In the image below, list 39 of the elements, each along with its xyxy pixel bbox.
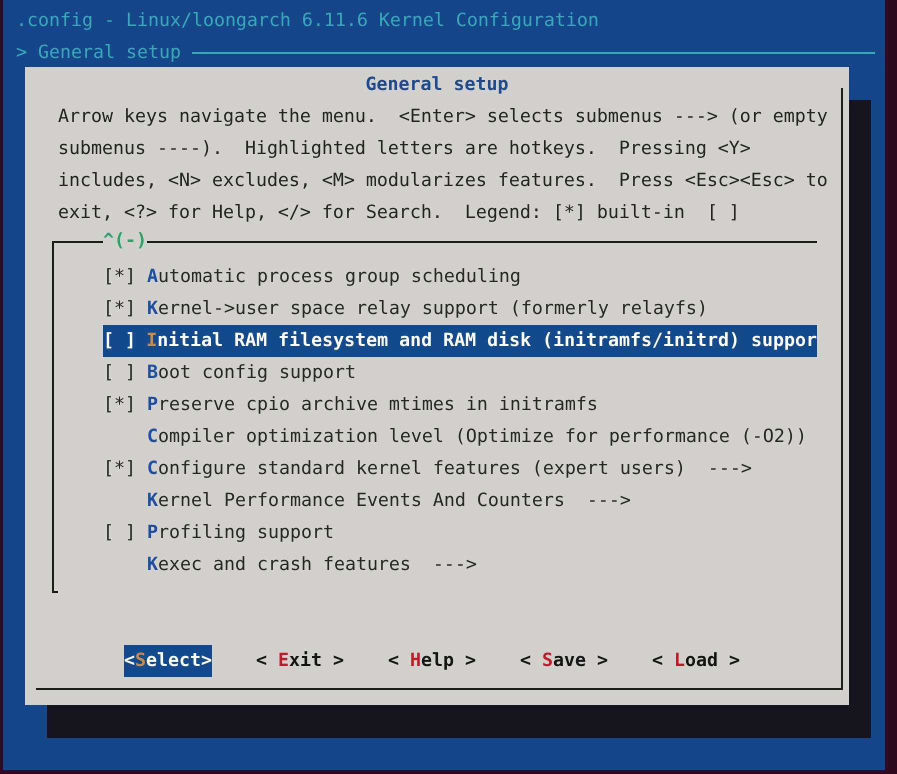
- menu-item-label: Configure standard kernel features (expert users) --->: [147, 457, 752, 481]
- dialog-button[interactable]: < Load >: [652, 645, 740, 677]
- menu-item-label: Preserve cpio archive mtimes in initramfs: [147, 393, 598, 417]
- menu-item[interactable]: [ ] Boot config support: [103, 357, 817, 389]
- menu-item-label: Automatic process group scheduling: [147, 265, 521, 289]
- checkbox-text: [*]: [103, 393, 136, 417]
- help-text: submenus ----). Highlighted letters are hotkeys. Pressing <Y>: [58, 137, 751, 161]
- menu-item-label: Kexec and crash features --->: [147, 553, 477, 577]
- menu-item-label: Boot config support: [147, 361, 356, 385]
- menu-item-label: Kernel Performance Events And Counters --->: [147, 489, 631, 513]
- help-text: Arrow keys navigate the menu. <Enter> selects submenus ---> (or empty: [58, 105, 828, 129]
- menu-item-label: Profiling support: [147, 521, 334, 545]
- menu-item[interactable]: [*] Preserve cpio archive mtimes in initramfs: [103, 389, 817, 421]
- dialog-button[interactable]: < Exit >: [256, 645, 344, 677]
- checkbox-text: [ ]: [103, 361, 136, 385]
- menu-item[interactable]: Kexec and crash features --->: [103, 549, 817, 581]
- dialog-button[interactable]: <Select>: [124, 645, 212, 677]
- checkbox-text: [*]: [103, 457, 136, 481]
- dialog-title: General setup: [366, 73, 508, 97]
- checkbox-text: [*]: [103, 265, 136, 289]
- help-text: includes, <N> excludes, <M> modularizes features. Press <Esc><Esc> to: [58, 169, 828, 193]
- menu-item[interactable]: Kernel Performance Events And Counters --->: [103, 485, 817, 517]
- menu-item[interactable]: Compiler optimization level (Optimize for performance (-O2)): [103, 421, 817, 453]
- checkbox-text: [ ]: [103, 329, 136, 353]
- menu-item-label: Kernel->user space relay support (formerly relayfs): [147, 297, 708, 321]
- window-title: .config - Linux/loongarch 6.11.6 Kernel Configuration: [15, 9, 599, 33]
- breadcrumb: > General setup: [16, 41, 181, 65]
- menu-item[interactable]: [ ] Initial RAM filesystem and RAM disk (initramfs/initrd) suppor: [103, 325, 817, 357]
- menu-item[interactable]: [*] Automatic process group scheduling: [103, 261, 817, 293]
- dialog-button[interactable]: < Save >: [520, 645, 608, 677]
- menu-item[interactable]: [*] Kernel->user space relay support (formerly relayfs): [103, 293, 817, 325]
- help-text: exit, <?> for Help, </> for Search. Legend: [*] built-in [ ]: [58, 201, 740, 225]
- checkbox-text: [*]: [103, 297, 136, 321]
- dialog-button[interactable]: < Help >: [388, 645, 476, 677]
- menu-item[interactable]: [*] Configure standard kernel features (expert users) --->: [103, 453, 817, 485]
- menu-item-label: Initial RAM filesystem and RAM disk (initramfs/initrd) suppor: [146, 329, 817, 353]
- menu-item[interactable]: [ ] Profiling support: [103, 517, 817, 549]
- checkbox-text: [ ]: [103, 521, 136, 545]
- menu-item-label: Compiler optimization level (Optimize for performance (-O2)): [147, 425, 807, 449]
